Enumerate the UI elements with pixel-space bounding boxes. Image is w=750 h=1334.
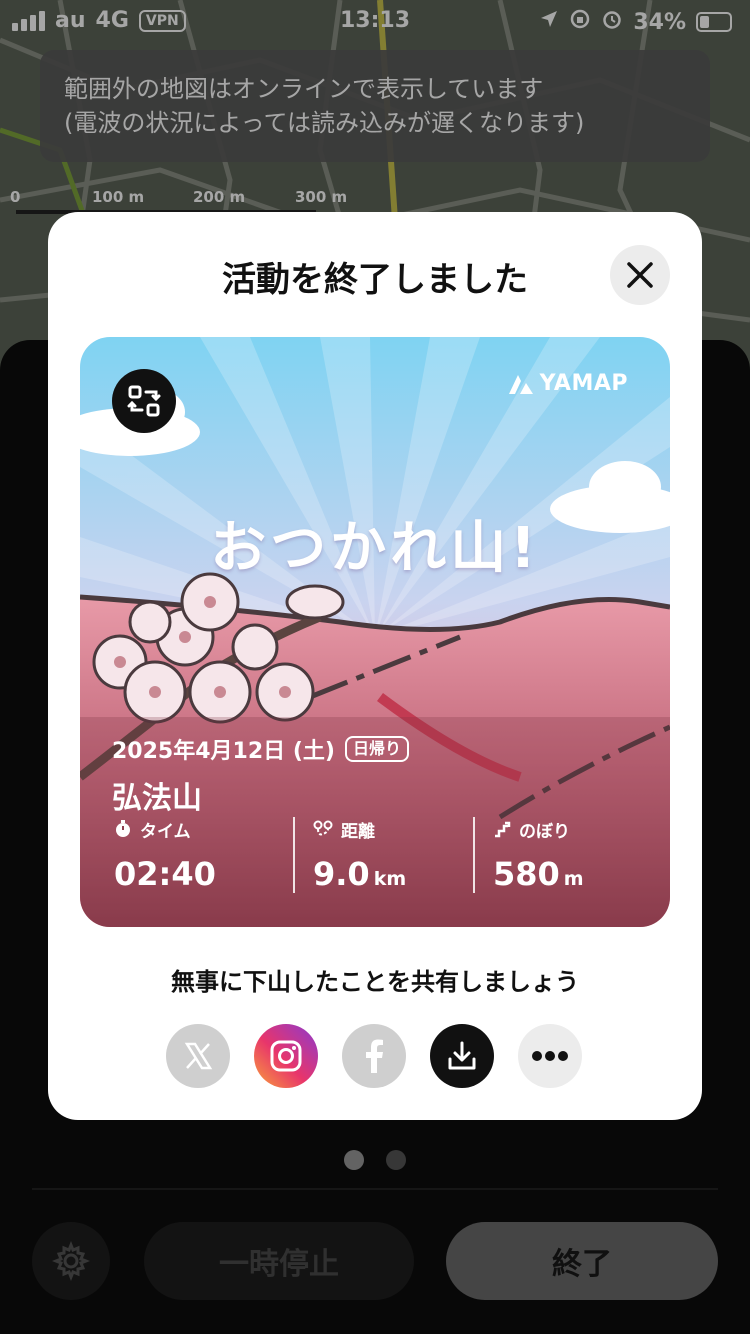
activity-date: 2025年4月12日 (土) xyxy=(112,739,335,764)
stat-ascent: のぼり 580 m xyxy=(493,815,584,894)
share-buttons xyxy=(166,1024,582,1088)
download-icon xyxy=(448,1041,476,1070)
trip-type-badge: 日帰り xyxy=(344,736,409,762)
instagram-icon xyxy=(270,1040,302,1072)
stat-time-value: 02:40 xyxy=(114,855,216,893)
stat-ascent-unit: m xyxy=(563,868,584,890)
activity-date-row: 2025年4月12日 (土) 日帰り xyxy=(112,733,409,765)
stat-time: タイム 02:40 xyxy=(114,815,216,893)
brand-name: YAMAP xyxy=(539,371,628,396)
stat-divider xyxy=(473,817,475,893)
share-card: YAMAP おつかれ山! 2025年4月12日 (土) 日帰り 弘法山 タイム … xyxy=(80,337,670,927)
stat-distance-value: 9.0 xyxy=(313,855,370,893)
close-button[interactable] xyxy=(610,245,670,305)
yamap-logo: YAMAP xyxy=(508,371,628,396)
download-button[interactable] xyxy=(430,1024,494,1088)
modal-title: 活動を終了しました xyxy=(222,260,528,300)
swap-icon xyxy=(127,385,161,417)
route-icon xyxy=(313,820,333,836)
more-icon xyxy=(532,1051,568,1061)
x-icon xyxy=(184,1042,213,1070)
close-icon xyxy=(627,262,653,288)
share-x-button[interactable] xyxy=(166,1024,230,1088)
activity-stats: タイム 02:40 距離 9.0 km のぼり 580 m xyxy=(80,815,670,895)
stat-distance-label: 距離 xyxy=(341,821,375,842)
stat-ascent-label: のぼり xyxy=(519,821,570,842)
stopwatch-icon xyxy=(116,820,130,837)
stat-divider xyxy=(293,817,295,893)
stat-ascent-value: 580 xyxy=(493,855,560,893)
stat-time-label: タイム xyxy=(140,821,191,842)
share-more-button[interactable] xyxy=(518,1024,582,1088)
share-facebook-button[interactable] xyxy=(342,1024,406,1088)
stat-distance-unit: km xyxy=(373,868,407,890)
mountain-logo-icon xyxy=(508,374,533,394)
share-prompt: 無事に下山したことを共有しましょう xyxy=(171,968,579,996)
ascent-icon xyxy=(495,821,511,838)
mountain-name: 弘法山 xyxy=(112,781,202,816)
activity-finished-modal: 活動を終了しました YAMAP おつかれ山! 2025年4月12日 (土) 日帰… xyxy=(48,212,702,1120)
share-instagram-button[interactable] xyxy=(254,1024,318,1088)
swap-template-button[interactable] xyxy=(112,369,176,433)
card-headline: おつかれ山! xyxy=(210,516,540,581)
facebook-icon xyxy=(366,1039,383,1073)
stat-distance: 距離 9.0 km xyxy=(313,815,406,893)
